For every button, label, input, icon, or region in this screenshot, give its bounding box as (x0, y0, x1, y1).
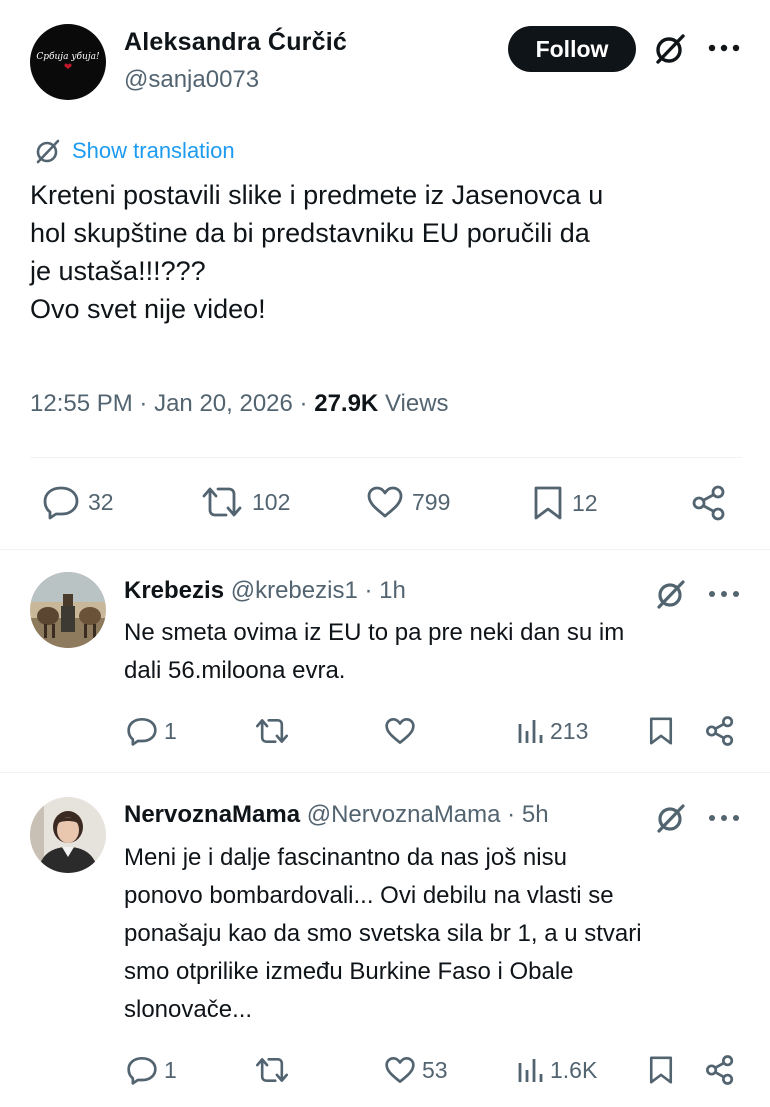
reply-text-line: Ne smeta ovima iz EU to pa pre neki dan … (124, 619, 625, 646)
grok-icon[interactable] (654, 801, 688, 835)
more-icon[interactable] (704, 30, 744, 66)
views-count: 1.6K (550, 1056, 598, 1083)
reply-author-name[interactable]: NervoznaMama (124, 801, 300, 828)
views-count: 27.9K (314, 390, 379, 417)
author-name[interactable]: Aleksandra Ćurčić (124, 28, 347, 57)
tweet-text-line: Kreteni postavili slike i predmete iz Ja… (30, 180, 604, 210)
reply-text: Ne smeta ovima iz EU to pa pre neki dan … (124, 614, 744, 690)
meta-separator: · (139, 390, 155, 417)
meta-separator: · (507, 801, 522, 828)
tweet-text: Kreteni postavili slike i predmete iz Ja… (30, 176, 742, 328)
repost-icon (255, 719, 289, 743)
bookmark-count: 12 (572, 489, 598, 516)
grok-icon[interactable] (654, 577, 688, 611)
like-button[interactable]: 53 (384, 1055, 448, 1085)
reply-text-line: ponovo bombardovali... Ovi debilu na vla… (124, 882, 614, 909)
bookmark-icon (649, 717, 673, 745)
repost-icon (255, 1058, 289, 1082)
reply-text-line: dali 56.miloona evra. (124, 657, 346, 684)
main-tweet: Србија убија! ❤ Aleksandra Ćurčić @sanja… (0, 0, 770, 550)
reply-tweet: Krebezis @krebezis1 · 1h Ne smeta ovima … (0, 550, 770, 772)
reply-avatar[interactable] (30, 797, 106, 873)
repost-button[interactable] (254, 716, 298, 746)
analytics-icon (518, 720, 543, 743)
divider (30, 457, 742, 458)
reply-author-handle[interactable]: @NervoznaMama (307, 801, 501, 828)
reply-text-line: ponašaju kao da smo svetska sila br 1, a… (124, 920, 642, 947)
heart-icon (367, 486, 403, 518)
bookmark-button[interactable] (648, 715, 674, 747)
avatar-image (30, 572, 106, 648)
show-translation[interactable]: Show translation (34, 136, 235, 166)
reply-author-name[interactable]: Krebezis (124, 577, 224, 604)
bookmark-button[interactable] (648, 1054, 674, 1086)
follow-button[interactable]: Follow (508, 26, 636, 72)
reply-icon (127, 718, 157, 746)
tweet-meta: 12:55 PM · Jan 20, 2026 · 27.9K Views (30, 390, 449, 418)
meta-separator: · (364, 577, 380, 604)
more-icon[interactable] (704, 803, 744, 833)
repost-button[interactable] (254, 1055, 298, 1085)
reply-count: 32 (88, 488, 114, 515)
share-icon (706, 1055, 734, 1085)
bookmark-icon (649, 1056, 673, 1084)
reply-text-line: smo otprilike između Burkine Faso i Obal… (124, 958, 574, 985)
avatar-text: Србија убија! (36, 51, 100, 62)
avatar-image (30, 797, 106, 873)
more-icon[interactable] (704, 579, 744, 609)
tweet-text-line: je ustaša!!!??? (30, 256, 206, 286)
reply-header: Krebezis @krebezis1 · 1h (124, 577, 406, 605)
heart-icon: ❤ (63, 61, 73, 73)
views-button[interactable]: 213 (516, 716, 588, 746)
repost-button[interactable]: 102 (200, 484, 290, 520)
like-button[interactable] (384, 716, 424, 746)
author-handle[interactable]: @sanja0073 (124, 66, 259, 94)
reply-text-line: Meni je i dalje fascinantno da nas još n… (124, 844, 567, 871)
reply-button[interactable]: 1 (126, 716, 177, 746)
reply-text: Meni je i dalje fascinantno da nas još n… (124, 839, 744, 1029)
reply-age[interactable]: 1h (379, 577, 406, 604)
meta-separator: · (299, 390, 315, 417)
reply-icon (43, 486, 79, 520)
reply-icon (127, 1057, 157, 1085)
reply-header: NervoznaMama @NervoznaMama · 5h (124, 801, 549, 829)
analytics-icon (518, 1059, 543, 1082)
reply-count: 1 (164, 717, 177, 744)
heart-icon (385, 1057, 415, 1083)
views-count: 213 (550, 717, 589, 744)
repost-icon (202, 487, 242, 517)
grok-icon[interactable] (652, 31, 688, 67)
like-button[interactable]: 799 (366, 484, 450, 520)
reply-text-line: slonovače... (124, 996, 253, 1023)
repost-count: 102 (252, 488, 291, 515)
heart-icon (385, 718, 415, 744)
bookmark-icon (534, 486, 562, 520)
share-button[interactable] (704, 715, 736, 747)
reply-age[interactable]: 5h (522, 801, 549, 828)
share-button[interactable] (690, 484, 728, 522)
show-translation-label: Show translation (72, 138, 235, 163)
author-avatar[interactable]: Србија убија! ❤ (30, 24, 106, 100)
tweet-text-line: Ovo svet nije video! (30, 294, 266, 324)
tweet-text-line: hol skupštine da bi predstavniku EU poru… (30, 218, 590, 248)
views-button[interactable]: 1.6K (516, 1055, 597, 1085)
share-button[interactable] (704, 1054, 736, 1086)
views-label: Views (384, 390, 449, 417)
like-count: 799 (412, 488, 451, 515)
share-icon (706, 716, 734, 746)
tweet-date[interactable]: Jan 20, 2026 (154, 390, 293, 417)
bookmark-button[interactable]: 12 (532, 484, 598, 522)
like-count: 53 (422, 1056, 448, 1083)
tweet-time[interactable]: 12:55 PM (30, 390, 133, 417)
reply-avatar[interactable] (30, 572, 106, 648)
reply-tweet: NervoznaMama @NervoznaMama · 5h Meni je … (0, 773, 770, 1107)
reply-button[interactable]: 1 (126, 1055, 177, 1085)
reply-author-handle[interactable]: @krebezis1 (231, 577, 358, 604)
reply-count: 1 (164, 1056, 177, 1083)
translate-icon (36, 139, 60, 164)
reply-button[interactable]: 32 (42, 484, 114, 520)
share-icon (692, 485, 725, 521)
